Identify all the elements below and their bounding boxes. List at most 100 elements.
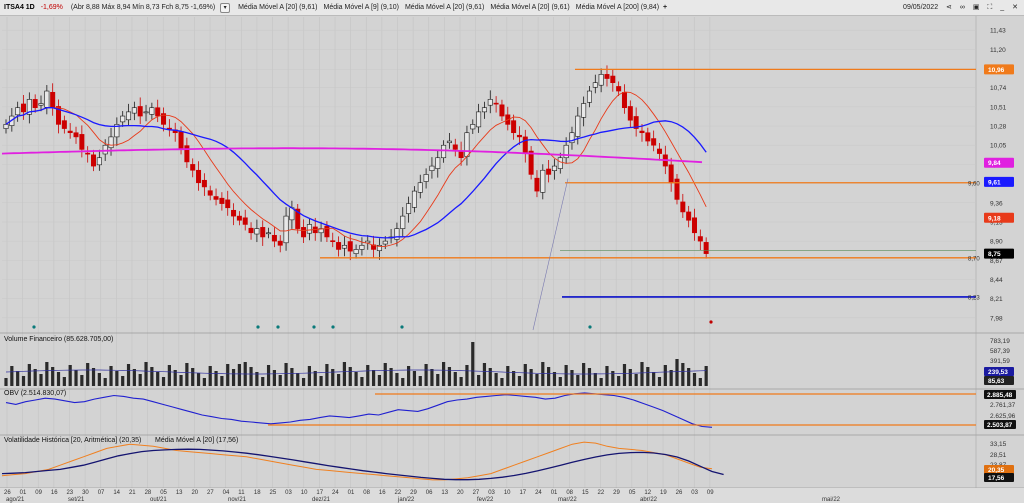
volatility-label-text: 17,56 (988, 475, 1005, 482)
price-tick: 8,44 (990, 277, 1003, 284)
volume-bar (593, 373, 597, 386)
candle-body (540, 169, 546, 193)
volume-bar (371, 370, 376, 386)
candle-body (586, 90, 592, 103)
candle-body (126, 111, 132, 121)
time-tick: 09 (35, 490, 42, 496)
candle-body (406, 203, 412, 214)
camera-icon[interactable]: ▣ (973, 4, 980, 11)
candle-body (493, 102, 499, 105)
time-tick: 13 (441, 490, 448, 496)
candle-body (429, 165, 435, 171)
volume-bar (488, 368, 492, 386)
volume-tick: 587,39 (990, 348, 1010, 355)
volume-bar (354, 372, 358, 386)
time-tick: 03 (691, 490, 698, 496)
candle-body (592, 82, 598, 88)
volume-bar (401, 378, 405, 386)
time-tick: 09 (707, 490, 714, 496)
volume-bar (191, 368, 195, 386)
volume-bar (80, 375, 84, 386)
volume-bar (196, 373, 201, 386)
candle-body (674, 178, 680, 200)
minimize-icon[interactable]: _ (1000, 4, 1004, 11)
volume-bar (27, 364, 31, 386)
candle-body (621, 91, 627, 109)
volume-bar (202, 378, 206, 386)
candle-body (581, 103, 587, 118)
volatility-label-text: 20,35 (988, 467, 1005, 474)
volume-bar (301, 378, 306, 386)
volume-bar (185, 363, 189, 386)
share-icon[interactable]: ⋖ (946, 4, 952, 11)
volume-bar (640, 362, 644, 386)
candle-body (306, 224, 312, 234)
time-tick: 07 (98, 490, 105, 496)
obv-panel-label: OBV (2.514.830,07) (4, 390, 66, 397)
candle-body (242, 217, 248, 225)
time-tick: 30 (82, 490, 89, 496)
volume-bar (634, 374, 638, 386)
volume-bar (517, 376, 522, 386)
month-label: out/21 (150, 497, 167, 503)
volume-bar (51, 367, 55, 386)
header-indicator-0[interactable]: Média Móvel A [20] (9,61) (238, 4, 317, 11)
link-icon[interactable]: ∞ (960, 4, 965, 11)
candle-body (359, 244, 365, 250)
candle-body (260, 227, 266, 238)
add-indicator-icon[interactable]: + (663, 4, 667, 11)
volume-bar (319, 376, 323, 386)
candle-body (38, 103, 44, 106)
volume-label-text: 239,53 (988, 369, 1008, 376)
volume-bar (167, 365, 171, 386)
header-tools: 09/05/2022 ⋖ ∞ ▣ ⛶ _ ✕ (897, 3, 1018, 12)
close-icon[interactable]: ✕ (1012, 4, 1018, 11)
candle-body (131, 107, 137, 114)
volume-bar (231, 369, 236, 386)
settings-icon[interactable]: ▾ (220, 3, 231, 13)
volume-bar (74, 370, 78, 386)
line-value-label: 8,23 (968, 295, 980, 301)
candle-body (301, 227, 307, 238)
price-tick: 11,43 (990, 28, 1006, 35)
candle-body (575, 115, 581, 137)
time-tick: 05 (629, 490, 636, 496)
time-tick: 26 (4, 490, 11, 496)
time-tick: 26 (676, 490, 683, 496)
volume-bar (156, 372, 160, 386)
candle-body (213, 196, 219, 200)
volume-bar (622, 364, 627, 386)
candle-body (534, 177, 540, 192)
month-label: ago/21 (6, 497, 25, 503)
candle-body (341, 244, 347, 249)
price-label-text: 10,96 (988, 67, 1005, 74)
time-tick: 16 (51, 490, 58, 496)
volatility-tick: 33,15 (990, 441, 1007, 448)
price-tick: 8,67 (990, 258, 1003, 265)
header-indicator-3[interactable]: Média Móvel A [20] (9,61) (490, 4, 569, 11)
candle-body (411, 190, 417, 208)
candle-body (178, 131, 184, 150)
header-indicator-1[interactable]: Média Móvel A [9] (9,10) (323, 4, 398, 11)
volume-bar (477, 375, 481, 386)
volume-bar (377, 375, 382, 386)
date-label: 09/05/2022 (903, 4, 939, 11)
volume-bar (442, 362, 446, 386)
month-label: mar/22 (558, 497, 577, 503)
header-indicator-4[interactable]: Média Móvel A [200] (9,84) (576, 4, 659, 11)
header-indicator-2[interactable]: Média Móvel A [20] (9,61) (405, 4, 484, 11)
header-info: ITSA4 1D -1,69% (Abr 8,88 Máx 8,94 Mín 8… (4, 3, 667, 13)
obv-label-text: 2.503,87 (987, 422, 1013, 429)
volume-bar (494, 373, 498, 386)
chart-header: ITSA4 1D -1,69% (Abr 8,88 Máx 8,94 Mín 8… (0, 0, 1024, 16)
volume-bar (465, 365, 469, 386)
candle-body (79, 134, 85, 150)
candle-body (598, 74, 604, 86)
volume-bar (126, 364, 131, 386)
price-tick: 10,28 (990, 124, 1007, 131)
chart-background (0, 15, 1024, 503)
fullscreen-icon[interactable]: ⛶ (987, 4, 992, 11)
candle-body (324, 225, 330, 238)
volume-bar (453, 372, 457, 386)
candle-body (435, 157, 441, 169)
